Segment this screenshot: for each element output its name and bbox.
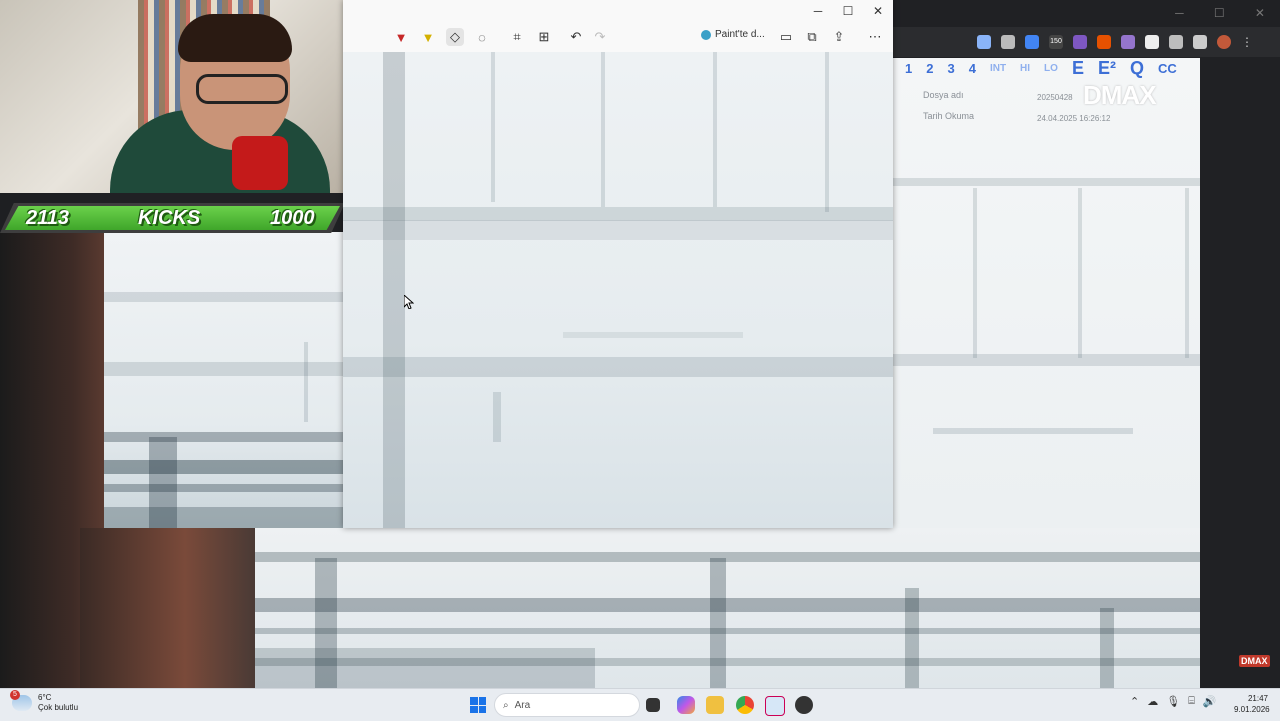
keypad-key: HI bbox=[1020, 62, 1031, 74]
ballpoint-pen-icon[interactable]: ▼ bbox=[392, 28, 410, 46]
xray-keypad: 1 2 3 4 INT HI LO E E² Q CC bbox=[905, 57, 1200, 79]
network-icon[interactable]: ⌸ bbox=[1188, 695, 1195, 708]
task-view-icon[interactable] bbox=[646, 698, 660, 712]
kicks-goal-banner: 2113 KICKS 1000 bbox=[0, 203, 345, 233]
clock[interactable]: 21:47 9.01.2026 bbox=[1234, 693, 1270, 715]
keypad-key: Q bbox=[1129, 57, 1144, 78]
system-tray: ⌃ ☁ 🎙 ⌸ 🔊 bbox=[1130, 695, 1217, 708]
d-extension-icon[interactable] bbox=[1145, 35, 1159, 49]
dmax-logo: DMAX bbox=[1083, 80, 1157, 110]
edit-in-paint-button[interactable]: Paint'te d... bbox=[701, 29, 765, 40]
start-button[interactable] bbox=[470, 697, 486, 713]
xray-meta-labels: Dosya adı Tarih Okuma bbox=[923, 85, 974, 127]
title-bar: ─ ☐ ✕ bbox=[343, 0, 893, 22]
save-icon[interactable]: ▭ bbox=[777, 28, 795, 46]
volume-icon[interactable]: 🔊 bbox=[1203, 695, 1217, 708]
paint-label: Paint'te d... bbox=[715, 29, 765, 40]
copy-icon[interactable]: ⧉ bbox=[803, 28, 821, 46]
taskbar: 5 6°C Çok bulutlu ⌕ Ara ⌃ ☁ 🎙 ⌸ 🔊 21:47 … bbox=[0, 688, 1280, 721]
snipping-tool-window: ─ ☐ ✕ ▼ ▼ ◇ ◌ ⌗ ⊞ ↶ ↷ Paint'te d... ▭ ⧉ … bbox=[343, 0, 893, 528]
maximize-button[interactable]: ☐ bbox=[833, 0, 863, 22]
microphone bbox=[232, 136, 288, 190]
background-blur-lower bbox=[80, 528, 255, 688]
weather-widget[interactable]: 5 6°C Çok bulutlu bbox=[10, 690, 78, 713]
cloud-icon: 5 bbox=[10, 690, 32, 711]
weather-condition: Çok bulutlu bbox=[38, 703, 79, 712]
redo-icon[interactable]: ↷ bbox=[591, 28, 609, 46]
puzzle-icon[interactable] bbox=[1169, 35, 1183, 49]
fox-extension-icon[interactable] bbox=[1097, 35, 1111, 49]
chrome-icon[interactable] bbox=[736, 696, 754, 714]
background-xray-image-lower bbox=[255, 528, 1200, 688]
obs-icon[interactable] bbox=[795, 696, 813, 714]
keypad-key: E bbox=[1071, 57, 1084, 78]
text-actions-icon[interactable]: ⊞ bbox=[535, 28, 553, 46]
onedrive-icon[interactable]: ☁ bbox=[1147, 695, 1158, 708]
reading-list-icon[interactable] bbox=[1193, 35, 1207, 49]
weather-text: 6°C Çok bulutlu bbox=[38, 693, 78, 713]
eraser-icon[interactable]: ◇ bbox=[446, 28, 464, 46]
paint-icon bbox=[701, 29, 711, 40]
weather-temp: 6°C bbox=[38, 693, 52, 702]
close-icon[interactable]: ✕ bbox=[1255, 6, 1265, 20]
kicks-count: 2113 bbox=[26, 207, 70, 229]
kicks-goal: 1000 bbox=[270, 207, 315, 229]
install-icon[interactable] bbox=[977, 35, 991, 49]
minimize-icon[interactable]: ─ bbox=[1175, 6, 1184, 20]
keypad-key: 1 bbox=[905, 60, 913, 76]
translate-extension-icon[interactable] bbox=[1025, 35, 1039, 49]
extension-badge[interactable]: 150 bbox=[1049, 35, 1063, 49]
meta-label: Tarih Okuma bbox=[923, 111, 975, 121]
keypad-key: INT bbox=[989, 62, 1007, 74]
copilot-icon[interactable] bbox=[677, 696, 695, 714]
kicks-label: KICKS bbox=[138, 207, 201, 229]
shield-extension-icon[interactable] bbox=[1073, 35, 1087, 49]
mouse-cursor-icon bbox=[404, 295, 414, 309]
taskbar-search[interactable]: ⌕ Ara bbox=[494, 693, 640, 717]
keypad-key: 3 bbox=[947, 60, 955, 76]
keypad-key: E² bbox=[1097, 57, 1116, 78]
highlighter-icon[interactable]: ▼ bbox=[419, 28, 437, 46]
shapes-icon[interactable]: ◌ bbox=[473, 28, 491, 46]
file-explorer-icon[interactable] bbox=[706, 696, 724, 714]
keypad-key: 2 bbox=[926, 60, 934, 76]
keypad-key: LO bbox=[1044, 62, 1058, 74]
snip-canvas[interactable] bbox=[343, 52, 893, 528]
browser-extensions-bar: 150 ⋮ bbox=[893, 27, 1280, 57]
weather-badge: 5 bbox=[10, 690, 20, 700]
browser-window-controls: ─ ☐ ✕ bbox=[1160, 0, 1280, 26]
keypad-key: 4 bbox=[968, 60, 976, 76]
meta-label: Dosya adı bbox=[923, 90, 964, 100]
streamer-hair bbox=[178, 14, 292, 62]
profile-avatar[interactable] bbox=[1217, 35, 1231, 49]
keypad-key: CC bbox=[1157, 60, 1177, 76]
close-button[interactable]: ✕ bbox=[863, 0, 893, 22]
microphone-icon[interactable]: 🎙 bbox=[1166, 695, 1180, 708]
chevron-up-icon[interactable]: ⌃ bbox=[1130, 695, 1139, 708]
snip-toolbar: ▼ ▼ ◇ ◌ ⌗ ⊞ ↶ ↷ Paint'te d... ▭ ⧉ ⇪ ⋯ bbox=[343, 22, 893, 52]
share-icon[interactable]: ⇪ bbox=[830, 28, 848, 46]
clock-date: 9.01.2026 bbox=[1234, 705, 1270, 714]
more-options-icon[interactable]: ⋮ bbox=[1241, 35, 1253, 49]
meta-value: 24.04.2025 16:26:12 bbox=[1037, 114, 1111, 123]
link-extension-icon[interactable] bbox=[1121, 35, 1135, 49]
webcam-feed bbox=[0, 0, 343, 193]
maximize-icon[interactable]: ☐ bbox=[1214, 6, 1225, 20]
search-placeholder: Ara bbox=[514, 699, 531, 711]
glasses bbox=[196, 74, 288, 104]
bookmark-star-icon[interactable] bbox=[1001, 35, 1015, 49]
search-icon: ⌕ bbox=[503, 699, 509, 711]
more-options-icon[interactable]: ⋯ bbox=[866, 28, 884, 46]
crop-icon[interactable]: ⌗ bbox=[508, 28, 526, 46]
dmax-watermark: DMAX bbox=[1239, 655, 1270, 667]
minimize-button[interactable]: ─ bbox=[803, 0, 833, 22]
snipping-tool-icon[interactable] bbox=[765, 696, 785, 716]
undo-icon[interactable]: ↶ bbox=[567, 28, 585, 46]
clock-time: 21:47 bbox=[1247, 694, 1268, 703]
